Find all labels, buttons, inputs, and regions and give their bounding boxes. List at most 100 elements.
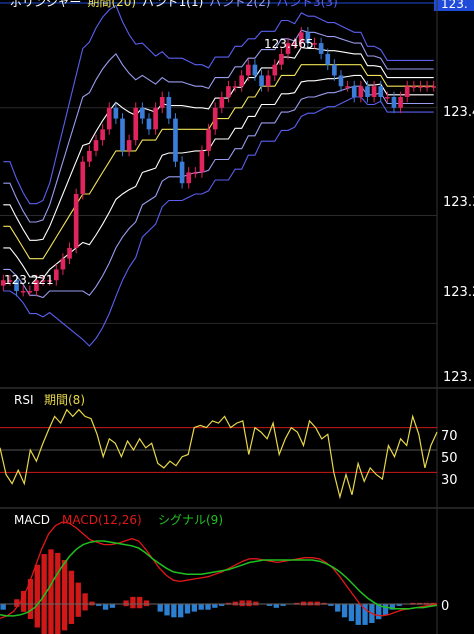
macd-histogram-bar xyxy=(205,604,211,610)
candle-body[interactable] xyxy=(245,64,251,76)
macd-histogram-bar xyxy=(273,604,279,608)
candle-body[interactable] xyxy=(259,75,264,87)
y-tick-label: 123.3 xyxy=(443,195,474,210)
candle-body[interactable] xyxy=(345,86,350,88)
rsi-title: RSI xyxy=(14,393,34,407)
candle-body[interactable] xyxy=(100,129,105,141)
candle-body[interactable] xyxy=(226,86,231,97)
candle-body[interactable] xyxy=(206,129,211,151)
chart-svg[interactable]: ボリンジャー 期間(20) バンド1(1) バンド2(2) バンド3(3) 123. 1… xyxy=(0,0,474,634)
candle-body[interactable] xyxy=(179,161,185,184)
macd-histogram-bar xyxy=(14,599,20,607)
candle-body[interactable] xyxy=(199,150,205,173)
macd-histogram-bar xyxy=(212,604,218,608)
candle-body[interactable] xyxy=(120,118,125,151)
macd-histogram-bar xyxy=(123,600,129,607)
macd-histogram-bar xyxy=(130,596,136,609)
candle-body[interactable] xyxy=(153,107,158,130)
macd-histogram-bar xyxy=(191,604,198,612)
candle-body[interactable] xyxy=(140,107,145,119)
macd-histogram-bar xyxy=(82,593,88,611)
candle-body[interactable] xyxy=(87,150,92,162)
macd-histogram-bar xyxy=(178,604,184,618)
candle-body[interactable] xyxy=(53,269,59,281)
macd-histogram-bar xyxy=(20,590,27,612)
macd-legend-label: MACD(12,26) xyxy=(62,513,142,527)
candle-body[interactable] xyxy=(279,53,284,65)
candle-body[interactable] xyxy=(67,247,72,259)
high-price-label: 123.465 xyxy=(264,37,314,51)
macd-histogram-bar xyxy=(382,604,389,616)
low-price-label: 123.221 xyxy=(4,273,54,287)
candle-body[interactable] xyxy=(232,86,238,88)
candle-body[interactable] xyxy=(126,140,132,151)
candle-body[interactable] xyxy=(272,64,278,76)
candle-body[interactable] xyxy=(332,64,337,76)
rsi-level-label: 50 xyxy=(441,451,458,466)
macd-histogram-bar xyxy=(61,560,68,631)
macd-histogram-bar xyxy=(55,552,61,634)
candle-body[interactable] xyxy=(80,161,86,194)
candle-body[interactable] xyxy=(418,86,423,88)
candle-body[interactable] xyxy=(385,97,390,99)
macd-title: MACD xyxy=(14,513,50,527)
candle-body[interactable] xyxy=(365,86,370,97)
macd-histogram-bar xyxy=(184,604,191,614)
candle-body[interactable] xyxy=(398,97,403,108)
macd-histogram-bar xyxy=(355,604,361,625)
candle-body[interactable] xyxy=(239,75,244,87)
candle-body[interactable] xyxy=(113,107,119,119)
candle-body[interactable] xyxy=(431,86,437,88)
macd-histogram-bar xyxy=(164,604,170,616)
candle-body[interactable] xyxy=(219,97,225,108)
macd-histogram-bar xyxy=(348,604,355,622)
indicator-legend: ボリンジャー 期間(20) バンド1(1) バンド2(2) バンド3(3) xyxy=(10,0,338,9)
candle-body[interactable] xyxy=(166,97,172,119)
candle-body[interactable] xyxy=(424,86,430,88)
candle-body[interactable] xyxy=(27,291,33,293)
signal-legend-label: シグナル(9) xyxy=(158,513,223,527)
macd-histogram-bar xyxy=(239,600,245,607)
macd-histogram-bar xyxy=(34,564,40,628)
rsi-level-label: 70 xyxy=(441,429,458,444)
candle-body[interactable] xyxy=(325,53,331,65)
candle-body[interactable] xyxy=(20,291,26,293)
candle-body[interactable] xyxy=(173,118,178,162)
macd-histogram-bar xyxy=(143,600,150,607)
candle-body[interactable] xyxy=(318,43,324,54)
candle-body[interactable] xyxy=(106,107,112,130)
candle-body[interactable] xyxy=(193,172,198,174)
candle-body[interactable] xyxy=(265,75,271,87)
y-tick-label: 123.2 xyxy=(443,285,474,300)
candle-body[interactable] xyxy=(351,86,357,97)
candle-body[interactable] xyxy=(252,64,258,76)
macd-histogram-bar xyxy=(68,570,75,624)
candle-body[interactable] xyxy=(411,86,417,88)
macd-zero-label: 0 xyxy=(441,599,449,614)
macd-histogram-bar xyxy=(109,604,116,608)
candle-body[interactable] xyxy=(338,75,344,87)
candle-body[interactable] xyxy=(358,86,364,97)
candle-body[interactable] xyxy=(73,194,79,248)
candle-body[interactable] xyxy=(212,107,218,130)
macd-histogram-bar xyxy=(198,604,204,610)
candle-body[interactable] xyxy=(378,86,384,97)
candle-body[interactable] xyxy=(371,86,377,97)
macd-histogram-bar xyxy=(171,604,177,618)
candle-body[interactable] xyxy=(133,107,139,141)
legend-item: バンド3(3) xyxy=(277,0,338,9)
candle-body[interactable] xyxy=(159,97,165,108)
candle-body[interactable] xyxy=(93,140,99,151)
candle-body[interactable] xyxy=(391,97,397,108)
candle-body[interactable] xyxy=(404,86,410,97)
macd-histogram-bar xyxy=(157,604,163,612)
candle-body[interactable] xyxy=(146,118,152,130)
legend-item: ボリンジャー xyxy=(10,0,81,9)
macd-histogram-bar xyxy=(335,604,341,612)
macd-histogram-bar xyxy=(137,596,143,609)
rsi-level-label: 30 xyxy=(441,473,458,488)
legend-item: 期間(20) xyxy=(87,0,136,9)
candle-body[interactable] xyxy=(186,172,192,184)
candle-body[interactable] xyxy=(60,258,66,270)
legend-item: バンド2(2) xyxy=(209,0,270,9)
